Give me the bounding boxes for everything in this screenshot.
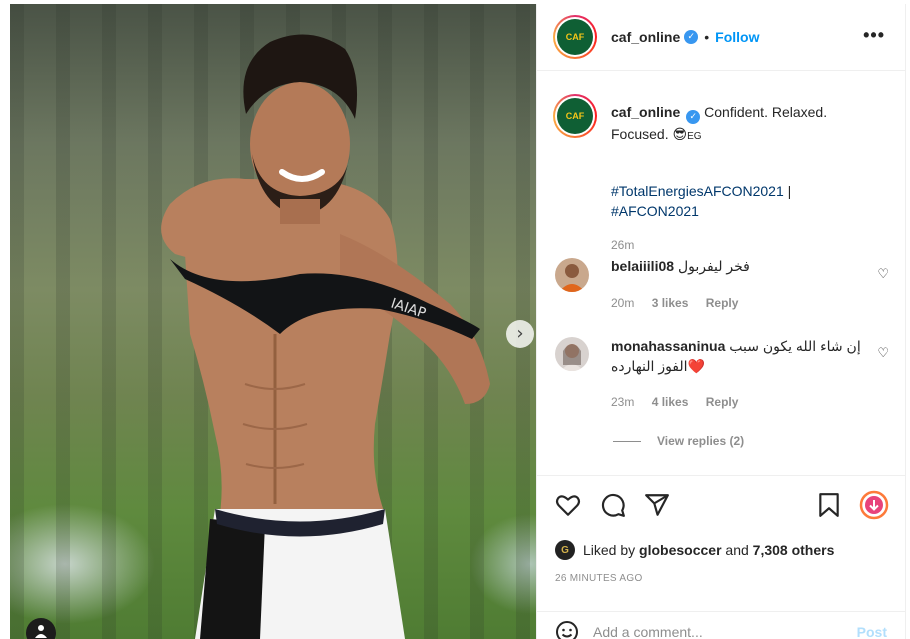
post-header: CAF caf_online ✓ • Follow ••• bbox=[537, 4, 905, 71]
bookmark-icon[interactable] bbox=[816, 492, 842, 518]
comments-section: CAF caf_online ✓ Confident. Relaxed. Focu… bbox=[537, 72, 905, 475]
view-replies-label: View replies (2) bbox=[657, 434, 745, 448]
liker-username[interactable]: globesoccer bbox=[639, 542, 721, 558]
post-details-panel: CAF caf_online ✓ • Follow ••• CAF caf_on… bbox=[536, 4, 906, 639]
author-avatar[interactable]: CAF bbox=[553, 15, 597, 59]
commenter-avatar[interactable] bbox=[555, 337, 589, 371]
post-image[interactable]: IAIAP › bbox=[10, 4, 536, 639]
commenter-username[interactable]: monahassaninua bbox=[611, 338, 725, 354]
carousel-next-button[interactable]: › bbox=[506, 320, 534, 348]
likes-prefix: Liked by bbox=[583, 542, 636, 558]
verified-badge-icon: ✓ bbox=[686, 110, 701, 124]
hashtag-link[interactable]: #AFCON2021 bbox=[611, 203, 699, 219]
commenter-username[interactable]: belaiiili08 bbox=[611, 258, 674, 274]
comment-like-heart-icon[interactable]: ♡ bbox=[877, 345, 889, 361]
verified-badge-icon: ✓ bbox=[684, 30, 699, 44]
caption-text: caf_online ✓ Confident. Relaxed. Focused.… bbox=[611, 102, 883, 147]
user-icon bbox=[35, 625, 47, 638]
comment-body: فخر ليفربول bbox=[677, 258, 750, 274]
comment-likes[interactable]: 4 likes bbox=[652, 395, 689, 409]
caption-author-avatar[interactable]: CAF bbox=[553, 94, 597, 138]
caf-logo: CAF bbox=[557, 19, 593, 55]
commenter-avatar[interactable] bbox=[555, 258, 589, 292]
follow-button[interactable]: Follow bbox=[715, 29, 759, 45]
heart-emoji: ❤️ bbox=[687, 358, 705, 374]
comment-timestamp[interactable]: 20m bbox=[611, 296, 634, 310]
view-replies-button[interactable]: View replies (2) bbox=[613, 434, 744, 448]
liker-avatar[interactable]: G bbox=[555, 540, 575, 560]
more-options-icon[interactable]: ••• bbox=[863, 26, 885, 44]
share-icon[interactable] bbox=[644, 492, 670, 518]
comment-like-heart-icon[interactable]: ♡ bbox=[877, 266, 889, 282]
download-icon[interactable] bbox=[859, 490, 889, 520]
author-username[interactable]: caf_online bbox=[611, 29, 680, 45]
caption-username[interactable]: caf_online bbox=[611, 104, 680, 120]
hashtag-separator: | bbox=[783, 183, 792, 199]
chevron-right-icon: › bbox=[516, 323, 524, 344]
add-comment-bar: Post bbox=[537, 611, 905, 639]
post-timestamp[interactable]: 26 MINUTES AGO bbox=[555, 573, 643, 584]
likes-and: and bbox=[725, 542, 749, 558]
caf-logo: CAF bbox=[557, 98, 593, 134]
post-photo-figure: IAIAP bbox=[161, 34, 490, 639]
likes-others-link[interactable]: 7,308 others bbox=[753, 542, 835, 558]
flag-eg: EG bbox=[687, 131, 702, 142]
comment-icon[interactable] bbox=[600, 492, 626, 518]
comment-text: monahassaninua إن شاء الله يكون سبب الفو… bbox=[611, 336, 871, 376]
reply-button[interactable]: Reply bbox=[706, 296, 739, 310]
reply-button[interactable]: Reply bbox=[706, 395, 739, 409]
caption-timestamp[interactable]: 26m bbox=[611, 238, 634, 252]
action-bar bbox=[537, 475, 905, 535]
divider-line bbox=[613, 440, 641, 442]
emoji-icon[interactable] bbox=[555, 620, 579, 639]
comment-timestamp[interactable]: 23m bbox=[611, 395, 634, 409]
heart-icon[interactable] bbox=[555, 492, 581, 518]
comment-meta: 23m 4 likes Reply bbox=[611, 395, 752, 409]
comment-meta: 20m 3 likes Reply bbox=[611, 296, 752, 310]
post-comment-button[interactable]: Post bbox=[857, 624, 887, 639]
add-comment-input[interactable] bbox=[593, 623, 843, 639]
hashtag-link[interactable]: #TotalEnergiesAFCON2021 bbox=[611, 183, 784, 199]
comment-text: belaiiili08 فخر ليفربول bbox=[611, 256, 871, 276]
caption-hashtags: #TotalEnergiesAFCON2021 | #AFCON2021 bbox=[611, 181, 841, 221]
comment-likes[interactable]: 3 likes bbox=[652, 296, 689, 310]
separator-dot: • bbox=[704, 29, 710, 45]
likes-summary: G Liked by globesoccer and 7,308 others bbox=[555, 540, 834, 560]
